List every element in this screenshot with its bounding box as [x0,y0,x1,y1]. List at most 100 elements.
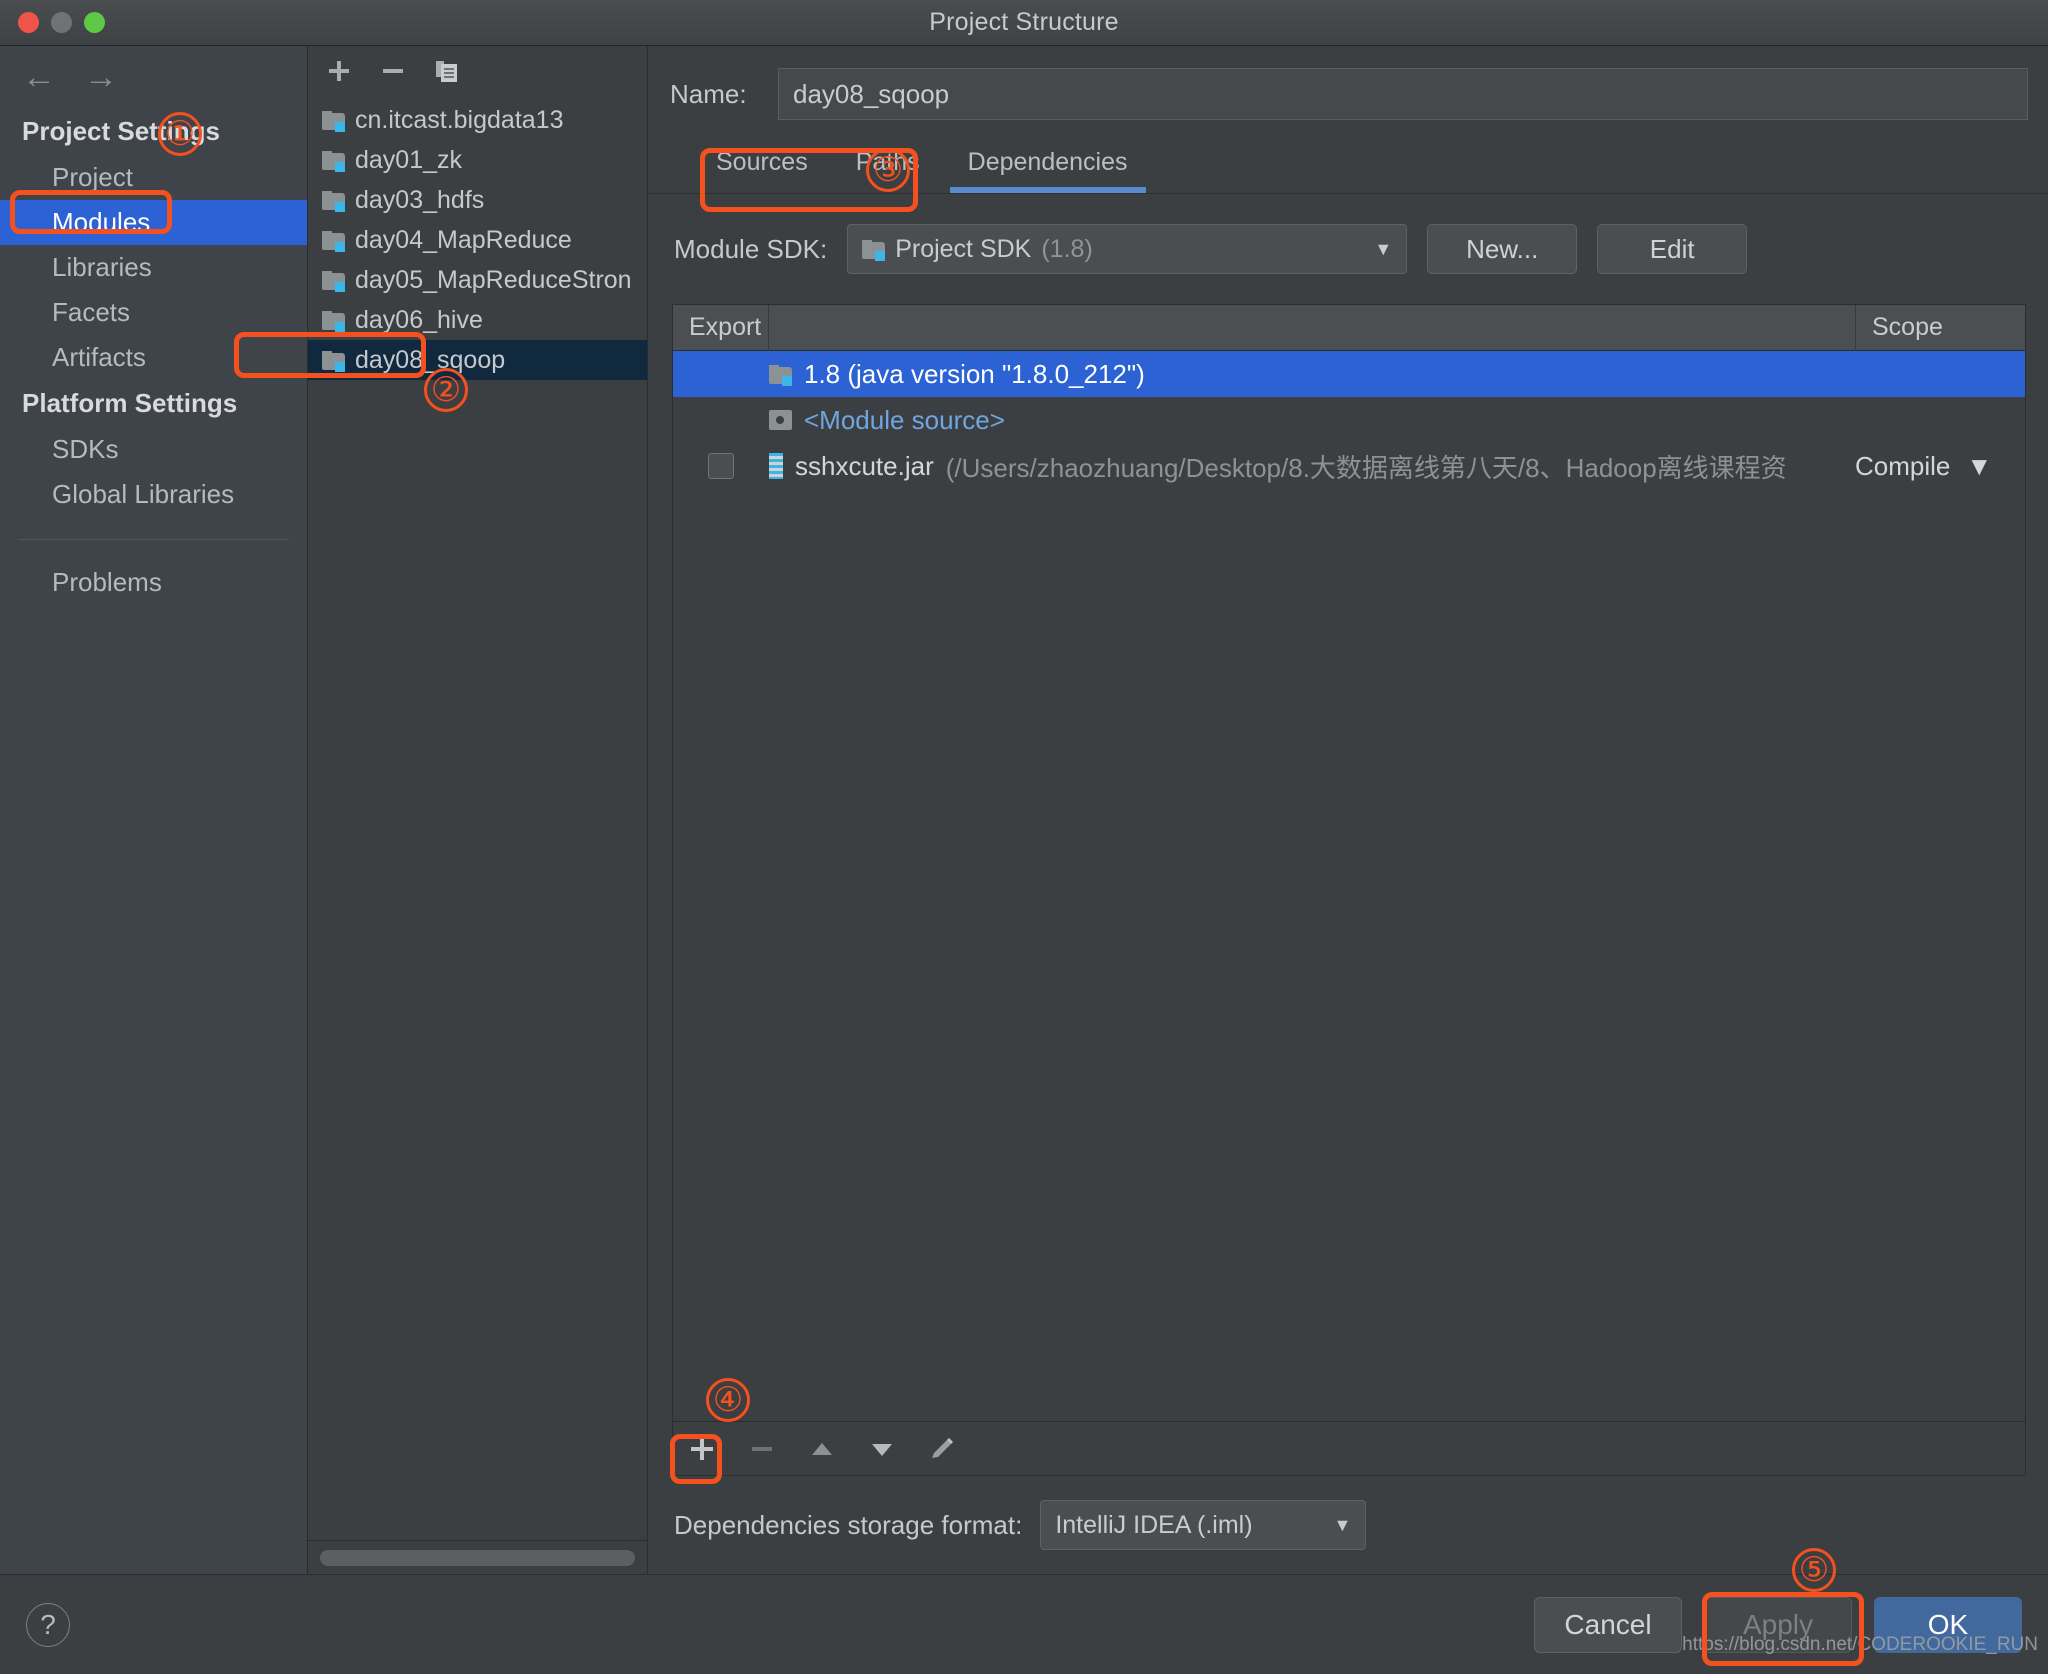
modules-hscrollbar-track[interactable] [308,1540,647,1574]
export-checkbox[interactable] [708,453,734,479]
sidebar-heading-project-settings: Project Settings [22,116,220,146]
module-tabs: Sources Paths Dependencies [648,136,2048,194]
list-item[interactable]: cn.itcast.bigdata13 [308,100,647,140]
module-sdk-version: (1.8) [1041,234,1093,263]
modules-rows: cn.itcast.bigdata13 day01_zk day03_hdfs … [308,90,647,1540]
table-row[interactable]: sshxcute.jar (/Users/zhaozhuang/Desktop/… [673,443,2025,489]
module-detail-panel: Name: day08_sqoop Sources Paths Dependen… [648,46,2048,1574]
module-folder-icon [322,190,345,212]
export-cell[interactable] [673,453,769,479]
module-sdk-combo[interactable]: Project SDK (1.8) ▼ [847,224,1408,274]
list-item[interactable]: day01_zk [308,140,647,180]
sidebar-item-modules[interactable]: Modules [0,200,307,245]
module-label: day04_MapReduce [355,225,572,254]
module-folder-icon [322,270,345,292]
minimize-icon[interactable] [51,12,72,33]
jdk-folder-icon [769,364,792,386]
dependencies-table-body: 1.8 (java version "1.8.0_212") <Module s… [673,351,2025,1421]
list-item[interactable]: day05_MapReduceStron [308,260,647,300]
move-up-icon[interactable] [805,1432,839,1466]
new-sdk-button[interactable]: New... [1427,224,1578,274]
scope-value: Compile [1855,450,1951,481]
project-structure-window: Project Structure ← → Project Settings P… [0,0,2048,1674]
forward-arrow-icon[interactable]: → [84,60,118,94]
sidebar-item-artifacts[interactable]: Artifacts [0,335,307,380]
table-row[interactable]: 1.8 (java version "1.8.0_212") [673,351,2025,397]
tab-dependencies[interactable]: Dependencies [944,136,1152,193]
list-item[interactable]: day04_MapReduce [308,220,647,260]
module-sdk-value: Project SDK [895,234,1032,263]
dependency-name: 1.8 (java version "1.8.0_212") [804,358,1145,389]
sidebar-divider [18,539,289,540]
sidebar-item-global-libraries[interactable]: Global Libraries [0,472,307,517]
name-input[interactable]: day08_sqoop [778,68,2028,120]
storage-format-value: IntelliJ IDEA (.iml) [1055,1510,1253,1539]
modules-list-panel: cn.itcast.bigdata13 day01_zk day03_hdfs … [308,46,648,1574]
module-label: day05_MapReduceStron [355,265,632,294]
cancel-button[interactable]: Cancel [1534,1596,1682,1653]
module-folder-icon [322,350,345,372]
jar-icon [769,453,783,479]
storage-format-combo[interactable]: IntelliJ IDEA (.iml) ▼ [1040,1500,1367,1550]
module-label: day01_zk [355,145,463,174]
sidebar-item-project[interactable]: Project [0,155,307,200]
copy-module-icon[interactable] [432,56,462,86]
sidebar-item-sdks[interactable]: SDKs [0,427,307,472]
dependencies-table-header: Export Scope [673,305,2025,351]
dialog-footer: ? Cancel Apply OK https://blog.csdn.net/… [0,1574,2048,1674]
dependency-name-cell: sshxcute.jar (/Users/zhaozhuang/Desktop/… [769,448,1855,485]
remove-module-icon[interactable] [378,56,408,86]
back-arrow-icon[interactable]: ← [22,60,56,94]
window-title: Project Structure [929,8,1119,36]
tab-paths[interactable]: Paths [832,136,944,193]
close-icon[interactable] [18,12,39,33]
watermark: https://blog.csdn.net/CODEROOKIE_RUN [1682,1634,2038,1655]
dialog-body: ← → Project Settings Project Modules Lib… [0,46,2048,1574]
list-item[interactable]: day03_hdfs [308,180,647,220]
storage-format-label: Dependencies storage format: [674,1509,1023,1540]
module-folder-icon [322,110,345,132]
module-sdk-label: Module SDK: [674,233,828,264]
edit-dependency-icon[interactable] [925,1432,959,1466]
sidebar-item-libraries[interactable]: Libraries [0,245,307,290]
module-label: day03_hdfs [355,185,485,214]
sidebar-item-problems[interactable]: Problems [0,560,307,605]
module-source-icon [769,410,792,430]
chevron-down-icon[interactable]: ▼ [1966,451,1992,482]
table-row[interactable]: <Module source> [673,397,2025,443]
traffic-lights [0,12,105,33]
dependencies-table: Export Scope 1.8 (java version "1.8.0_21… [672,304,2026,1476]
help-icon[interactable]: ? [26,1602,70,1647]
column-header-name[interactable] [769,305,1855,350]
chevron-down-icon[interactable]: ▼ [1374,239,1392,260]
dependency-name-cell: <Module source> [769,405,1855,436]
dependencies-toolbar [673,1421,2025,1475]
add-module-icon[interactable] [324,56,354,86]
dependency-name-cell: 1.8 (java version "1.8.0_212") [769,359,1855,390]
sidebar-item-facets[interactable]: Facets [0,290,307,335]
sidebar-heading-platform-settings: Platform Settings [22,388,238,418]
column-header-scope[interactable]: Scope [1855,305,2025,350]
list-item-day08-sqoop[interactable]: day08_sqoop [308,340,647,380]
move-down-icon[interactable] [865,1432,899,1466]
name-row: Name: day08_sqoop [648,46,2048,136]
remove-dependency-icon[interactable] [745,1432,779,1466]
module-folder-icon [322,230,345,252]
tab-sources[interactable]: Sources [692,136,832,193]
storage-format-row: Dependencies storage format: IntelliJ ID… [648,1476,2048,1574]
module-label: day06_hive [355,305,483,334]
modules-hscrollbar-thumb[interactable] [320,1549,635,1566]
module-folder-icon [322,150,345,172]
add-dependency-icon[interactable] [685,1432,719,1466]
dependency-name: sshxcute.jar [795,450,934,481]
edit-sdk-button[interactable]: Edit [1597,224,1748,274]
module-label: cn.itcast.bigdata13 [355,105,564,134]
name-label: Name: [670,78,747,109]
chevron-down-icon[interactable]: ▼ [1333,1515,1351,1536]
module-folder-icon [322,310,345,332]
column-header-export[interactable]: Export [673,305,769,350]
scope-cell[interactable]: Compile ▼ [1855,451,2025,482]
zoom-icon[interactable] [84,12,105,33]
dependency-name: <Module source> [804,404,1005,435]
list-item[interactable]: day06_hive [308,300,647,340]
